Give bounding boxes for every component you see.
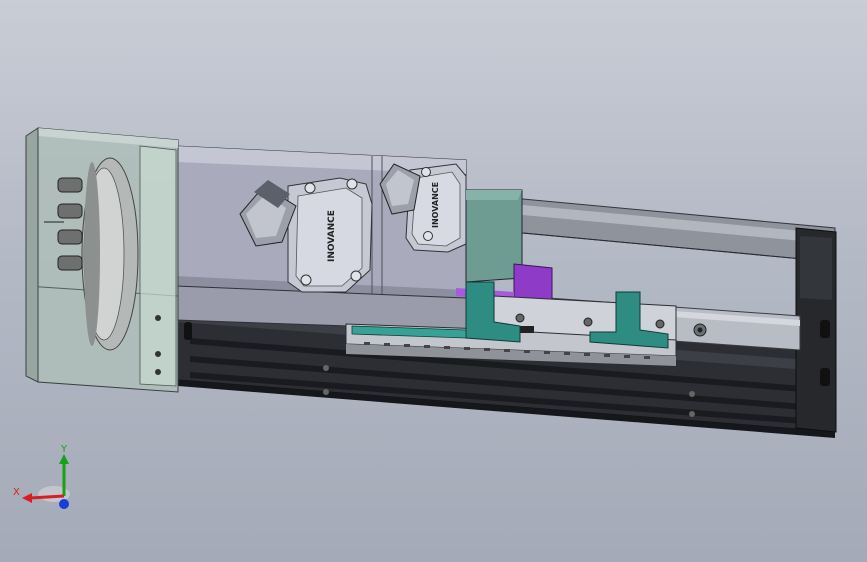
y-axis-label: Y xyxy=(60,444,68,455)
x-axis-arrow xyxy=(29,494,65,500)
cad-model-scene[interactable]: INOVANCE INOVANCE xyxy=(0,0,867,562)
x-axis-label: X xyxy=(13,487,20,498)
upper-guide-rail[interactable] xyxy=(511,197,836,263)
z-axis-dot xyxy=(59,499,69,509)
motor-connector-front[interactable]: INOVANCE xyxy=(287,177,373,293)
cad-viewport[interactable]: INOVANCE INOVANCE Y X xyxy=(0,0,867,562)
motor-brand-label-front: INOVANCE xyxy=(327,210,337,262)
motor-brand-label-rear: INOVANCE xyxy=(431,182,440,228)
orientation-triad: Y X xyxy=(13,444,70,509)
end-block-right[interactable] xyxy=(795,227,837,433)
